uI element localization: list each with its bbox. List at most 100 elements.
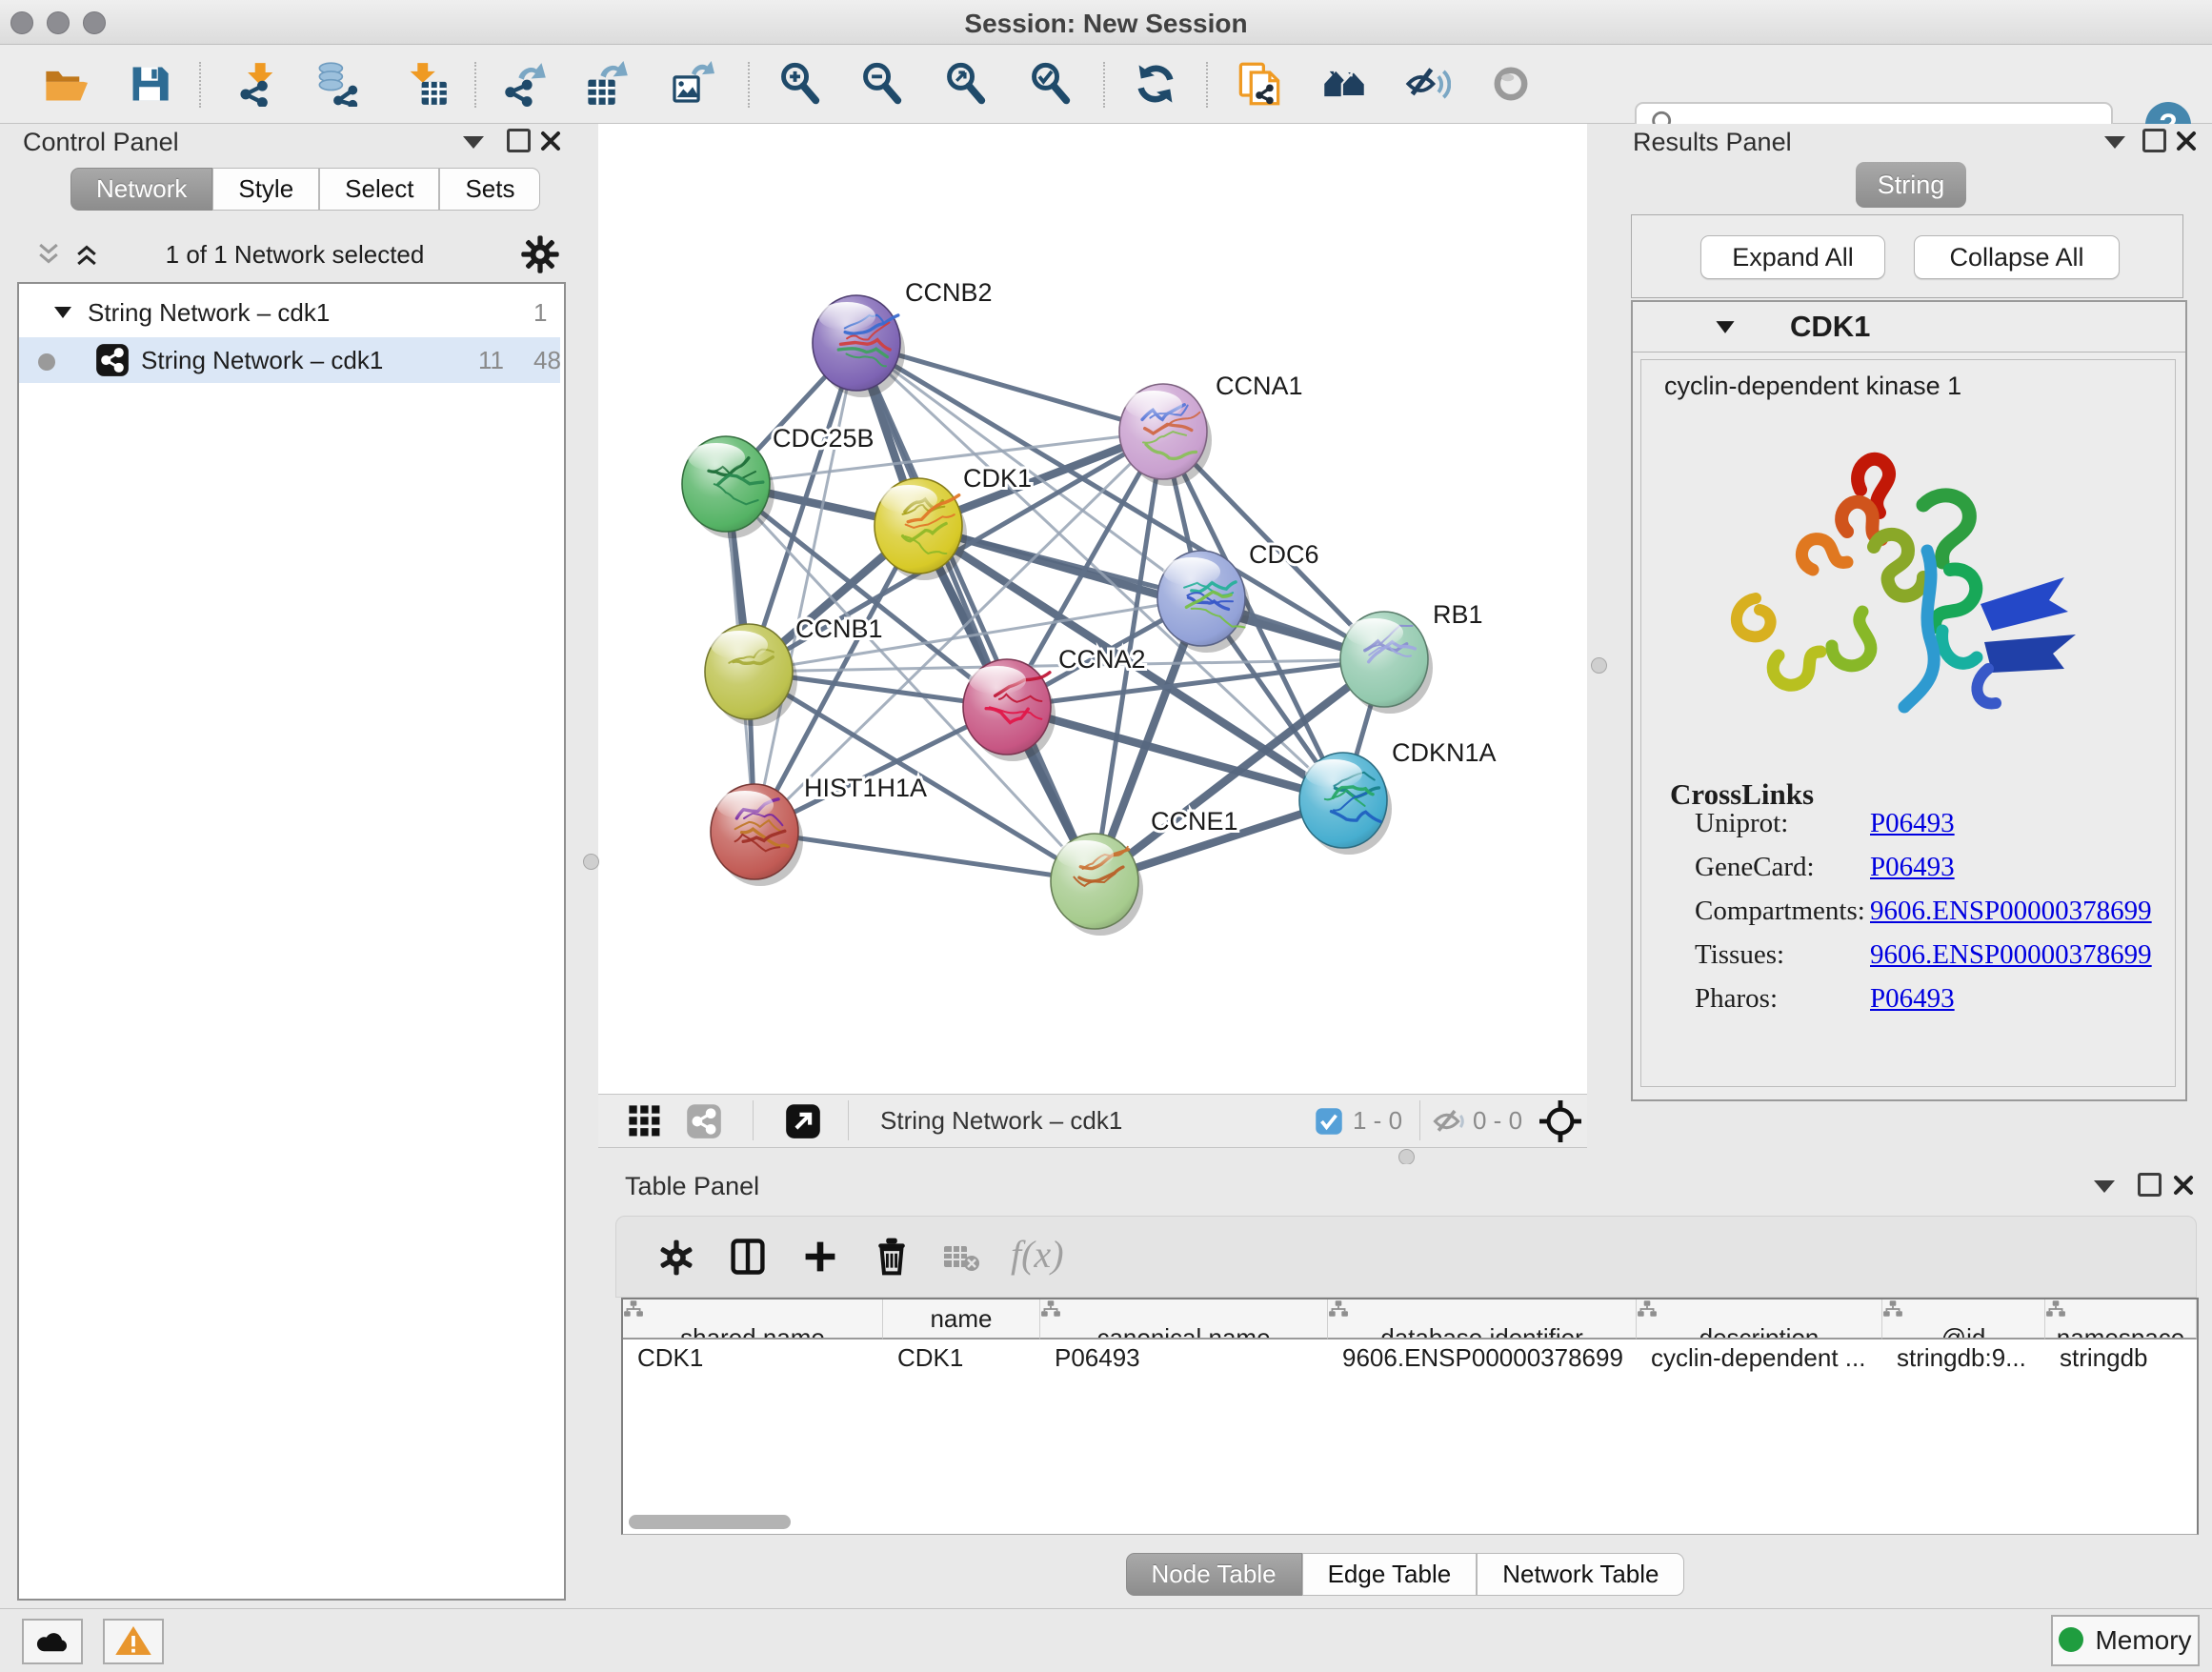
selected-count-checkbox[interactable]: [1315, 1107, 1343, 1136]
column-header-database-identifier[interactable]: database identifier: [1328, 1299, 1637, 1340]
tab-select[interactable]: Select: [319, 168, 439, 211]
network-canvas[interactable]: CCNB2CCNA1CDC25BCDK1CDC6RB1CCNB1CCNA2CDK…: [598, 124, 1587, 1094]
hide-labels-icon[interactable]: [1405, 61, 1451, 107]
crosslink-link[interactable]: 9606.ENSP00000378699: [1870, 939, 2152, 971]
clone-network-icon[interactable]: [1237, 61, 1282, 107]
table-cell[interactable]: stringdb: [2045, 1340, 2196, 1376]
node-label-RB1: RB1: [1433, 600, 1483, 629]
import-network-from-database-icon[interactable]: [315, 61, 361, 107]
column-header--id[interactable]: @id: [1882, 1299, 2045, 1340]
close-panel-icon[interactable]: [2172, 1174, 2195, 1197]
table-cell[interactable]: P06493: [1040, 1340, 1327, 1376]
hidden-count-eye-icon[interactable]: [1433, 1106, 1465, 1137]
table-cell[interactable]: cyclin-dependent ...: [1637, 1340, 1881, 1376]
cloud-status-button[interactable]: [22, 1619, 83, 1664]
crosslink-link[interactable]: P06493: [1870, 852, 1955, 883]
float-panel-icon[interactable]: [507, 129, 531, 152]
results-scroll-area: CDK1 cyclin-dependent kinase 1 CrossLi: [1631, 300, 2187, 1101]
bottom-splitter-handle[interactable]: [1398, 1149, 1415, 1165]
collapse-all-button[interactable]: Collapse All: [1914, 235, 2120, 279]
open-session-icon[interactable]: [42, 61, 88, 107]
node-CCNE1[interactable]: [1051, 834, 1143, 936]
node-CDC25B[interactable]: [682, 436, 774, 538]
node-CCNA2[interactable]: [963, 659, 1056, 761]
crosslink-label: Tissues:: [1695, 939, 1784, 971]
import-table-icon[interactable]: [403, 61, 449, 107]
show-columns-icon[interactable]: [727, 1236, 769, 1278]
close-panel-icon[interactable]: [2175, 130, 2198, 152]
tab-network-table[interactable]: Network Table: [1477, 1553, 1684, 1596]
tab-string[interactable]: String: [1856, 162, 1966, 208]
column-header-namespace[interactable]: namespace: [2045, 1299, 2197, 1340]
table-cell[interactable]: 9606.ENSP00000378699: [1328, 1340, 1636, 1376]
edge-count: 48: [533, 337, 561, 383]
tree-expanded-icon[interactable]: [53, 305, 72, 320]
birds-eye-view-icon[interactable]: [627, 1103, 663, 1139]
right-splitter-handle[interactable]: [1591, 657, 1607, 674]
memory-button[interactable]: Memory: [2051, 1615, 2200, 1666]
string-home-icon[interactable]: [1321, 61, 1367, 107]
delete-column-trash-icon[interactable]: [870, 1234, 914, 1278]
crosslink-link[interactable]: P06493: [1870, 808, 1955, 839]
footer-separator: [1419, 1100, 1420, 1140]
crosslink-row: Tissues: 9606.ENSP00000378699: [1641, 939, 2175, 983]
export-table-icon[interactable]: [584, 61, 630, 107]
toolbar-separator: [474, 62, 476, 108]
node-RB1[interactable]: [1340, 612, 1433, 714]
string-view-icon[interactable]: [686, 1103, 722, 1139]
tab-sets[interactable]: Sets: [439, 168, 540, 211]
gear-icon[interactable]: [520, 234, 560, 274]
network-row[interactable]: String Network – cdk1 11 48: [19, 337, 560, 383]
zoom-fit-icon[interactable]: [943, 61, 989, 107]
left-splitter-handle[interactable]: [583, 854, 599, 870]
show-view-icon[interactable]: [1488, 61, 1534, 107]
collapse-panel-icon[interactable]: [2104, 136, 2125, 149]
zoom-selected-icon[interactable]: [1028, 61, 1074, 107]
float-panel-icon[interactable]: [2138, 1173, 2162, 1197]
node-CCNA1[interactable]: [1119, 384, 1212, 486]
string-network-graph[interactable]: CCNB2CCNA1CDC25BCDK1CDC6RB1CCNB1CCNA2CDK…: [598, 124, 1587, 1094]
table-settings-gear-icon[interactable]: [656, 1238, 696, 1278]
delete-table-icon[interactable]: [942, 1241, 980, 1274]
tab-node-table[interactable]: Node Table: [1126, 1553, 1302, 1596]
collapse-panel-icon[interactable]: [2094, 1180, 2115, 1193]
table-cell[interactable]: stringdb:9...: [1882, 1340, 2044, 1376]
zoom-in-icon[interactable]: [777, 61, 823, 107]
tab-style[interactable]: Style: [212, 168, 319, 211]
expand-all-button[interactable]: Expand All: [1700, 235, 1885, 279]
node-CDKN1A[interactable]: [1299, 753, 1392, 855]
function-builder-icon[interactable]: f(x): [1011, 1232, 1064, 1277]
float-panel-icon[interactable]: [2142, 129, 2166, 152]
fit-selection-crosshair-icon[interactable]: [1539, 1100, 1581, 1142]
export-network-icon[interactable]: [502, 61, 548, 107]
gene-section-header[interactable]: CDK1: [1633, 302, 2185, 353]
current-network-name: String Network – cdk1: [880, 1106, 1122, 1136]
column-header-shared-name[interactable]: shared name: [623, 1299, 883, 1340]
tab-edge-table[interactable]: Edge Table: [1302, 1553, 1478, 1596]
warning-status-button[interactable]: [103, 1619, 164, 1664]
close-panel-icon[interactable]: [539, 130, 562, 152]
column-header-canonical-name[interactable]: canonical name: [1040, 1299, 1328, 1340]
section-expanded-icon[interactable]: [1715, 319, 1736, 335]
create-column-plus-icon[interactable]: [799, 1236, 841, 1278]
table-cell[interactable]: CDK1: [623, 1340, 882, 1376]
column-header-name[interactable]: name: [883, 1299, 1040, 1340]
save-session-icon[interactable]: [127, 61, 172, 107]
crosslink-link[interactable]: 9606.ENSP00000378699: [1870, 896, 2152, 927]
edge-HIST1H1A-CCNE1[interactable]: [754, 832, 1095, 881]
network-collection-row[interactable]: String Network – cdk1 1: [19, 290, 560, 335]
zoom-out-icon[interactable]: [859, 61, 905, 107]
column-header-description[interactable]: description: [1637, 1299, 1882, 1340]
table-cell[interactable]: CDK1: [883, 1340, 1039, 1376]
node-CDK1[interactable]: [875, 478, 967, 580]
refresh-icon[interactable]: [1133, 61, 1178, 107]
tab-network[interactable]: Network: [70, 168, 212, 211]
collapse-panel-icon[interactable]: [463, 136, 484, 149]
table-horizontal-scrollbar[interactable]: [629, 1515, 791, 1529]
title-bar: Session: New Session: [0, 0, 2212, 45]
import-network-icon[interactable]: [235, 61, 281, 107]
crosslink-link[interactable]: P06493: [1870, 983, 1955, 1015]
export-image-icon[interactable]: [669, 61, 714, 107]
open-in-new-window-icon[interactable]: [785, 1103, 821, 1139]
node-CCNB2[interactable]: [813, 295, 905, 397]
